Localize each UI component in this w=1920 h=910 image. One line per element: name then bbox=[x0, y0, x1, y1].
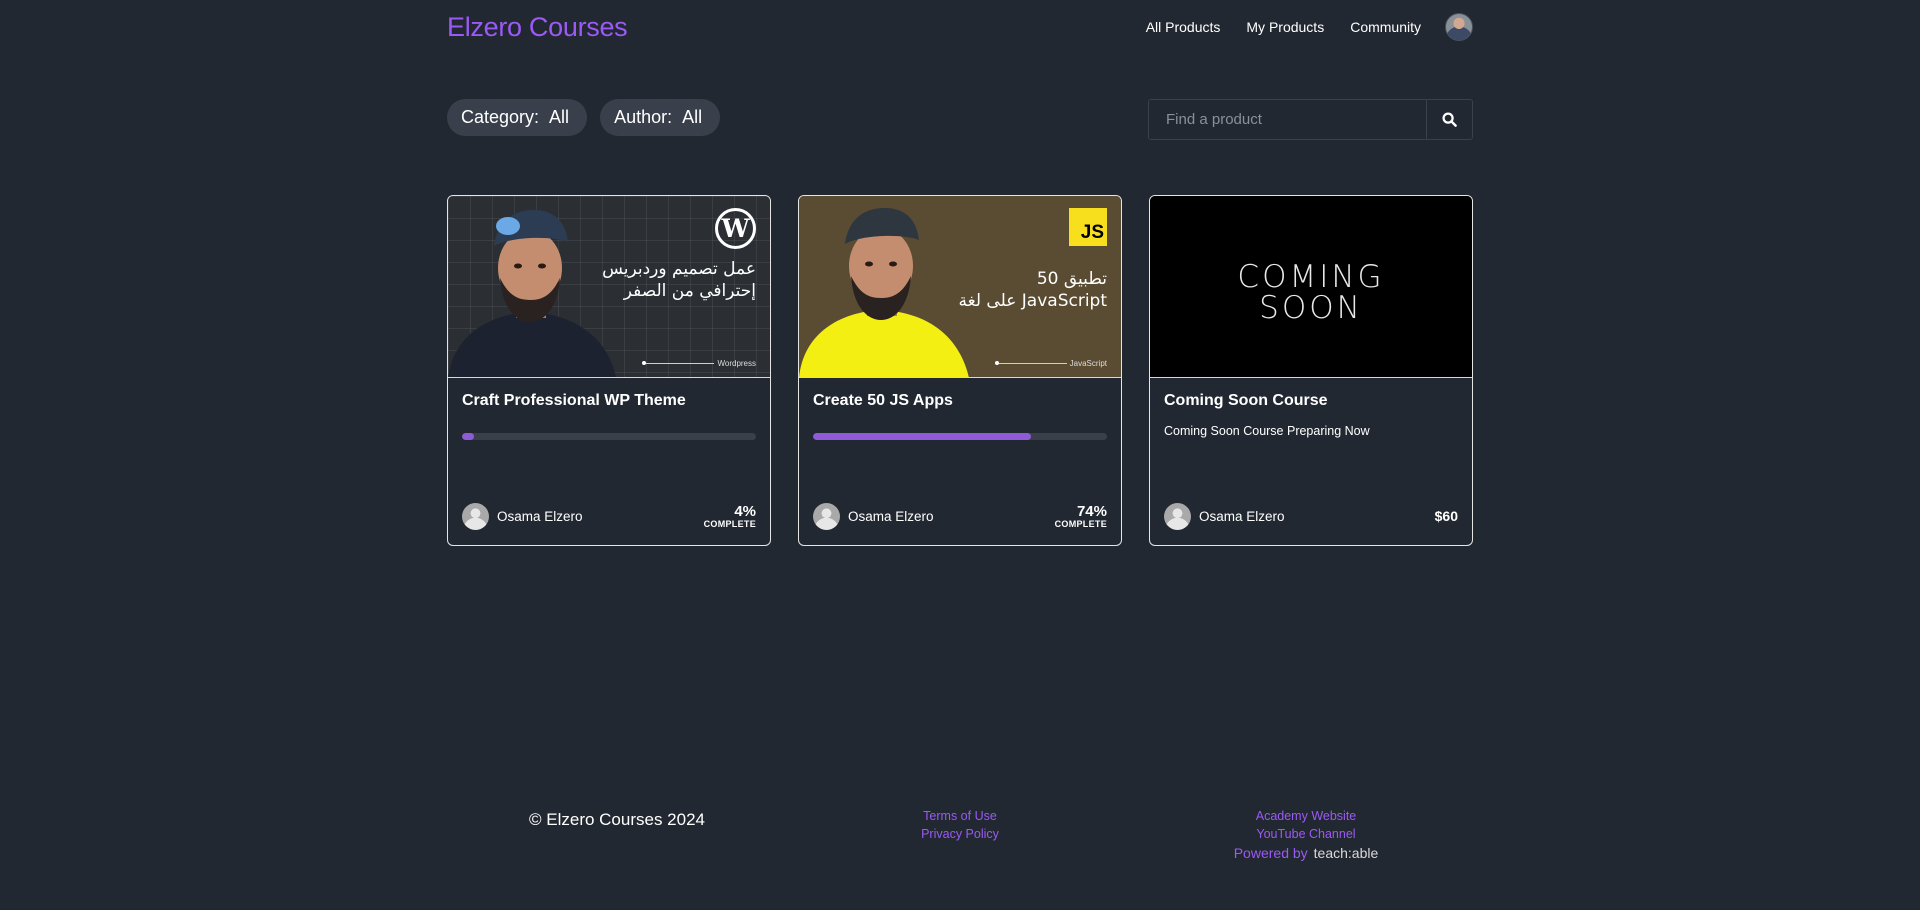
thumbnail-tag-text: JavaScript bbox=[1069, 359, 1107, 368]
thumbnail-caption-line1: عمل تصميم وردبريس bbox=[602, 259, 756, 279]
thumbnail-caption-line2: على لغة JavaScript bbox=[958, 291, 1107, 312]
academy-website-link[interactable]: Academy Website bbox=[1206, 807, 1406, 825]
course-author: Osama Elzero bbox=[813, 502, 934, 530]
javascript-logo-icon: JS bbox=[1069, 208, 1107, 246]
instructor-photo bbox=[448, 210, 616, 377]
course-card[interactable]: W عمل تصميم وردبريس إحترافي من الصفر Wor… bbox=[447, 195, 771, 546]
nav-my-products[interactable]: My Products bbox=[1246, 19, 1324, 35]
course-card[interactable]: JS 50 تطبيق على لغة JavaScript JavaScrip… bbox=[798, 195, 1122, 546]
instructor-photo bbox=[799, 208, 969, 377]
course-progress-bar bbox=[462, 433, 756, 440]
course-title[interactable]: Coming Soon Course bbox=[1164, 392, 1458, 410]
terms-link[interactable]: Terms of Use bbox=[910, 807, 1010, 825]
nav-community[interactable]: Community bbox=[1350, 19, 1421, 35]
search-icon bbox=[1442, 112, 1457, 127]
course-grid: W عمل تصميم وردبريس إحترافي من الصفر Wor… bbox=[447, 195, 1473, 546]
author-filter[interactable]: Author: All bbox=[600, 99, 721, 136]
course-title[interactable]: Create 50 JS Apps bbox=[813, 392, 1107, 410]
coming-soon-graphic: COMING SOON bbox=[1150, 262, 1472, 324]
course-title[interactable]: Craft Professional WP Theme bbox=[462, 392, 756, 410]
category-filter-value: All bbox=[549, 107, 570, 127]
coming-soon-line2: SOON bbox=[1259, 290, 1363, 326]
top-header: Elzero Courses All Products My Products … bbox=[447, 0, 1473, 54]
author-avatar bbox=[1164, 502, 1191, 530]
completion-label: COMPLETE bbox=[1054, 518, 1107, 529]
copyright-text: © Elzero Courses 2024 bbox=[529, 810, 706, 829]
page-footer: © Elzero Courses 2024 Terms of Use Priva… bbox=[0, 800, 1920, 870]
course-thumbnail: COMING SOON bbox=[1150, 196, 1472, 378]
search-input[interactable] bbox=[1149, 100, 1426, 139]
main-nav: All Products My Products Community bbox=[1120, 13, 1473, 41]
course-thumbnail: W عمل تصميم وردبريس إحترافي من الصفر Wor… bbox=[448, 196, 770, 378]
category-filter-label: Category: bbox=[461, 107, 540, 127]
nav-all-products[interactable]: All Products bbox=[1146, 19, 1221, 35]
thumbnail-caption: عمل تصميم وردبريس إحترافي من الصفر bbox=[602, 258, 756, 302]
youtube-channel-link[interactable]: YouTube Channel bbox=[1206, 825, 1406, 843]
course-card[interactable]: COMING SOON Coming Soon Course Coming So… bbox=[1149, 195, 1473, 546]
course-progress-fill bbox=[462, 433, 474, 440]
course-progress-fill bbox=[813, 433, 1031, 440]
author-filter-value: All bbox=[682, 107, 703, 127]
completion-percent: 4% bbox=[734, 502, 756, 520]
author-filter-label: Author: bbox=[614, 107, 673, 127]
privacy-link[interactable]: Privacy Policy bbox=[910, 825, 1010, 843]
category-filter[interactable]: Category: All bbox=[447, 99, 588, 136]
coming-soon-line1: COMING bbox=[1237, 259, 1385, 295]
course-author: Osama Elzero bbox=[1164, 502, 1285, 530]
external-links: Academy Website YouTube Channel Powered … bbox=[1206, 807, 1406, 862]
thumbnail-caption-line2: إحترافي من الصفر bbox=[623, 281, 756, 302]
completion-label: COMPLETE bbox=[703, 518, 756, 529]
author-avatar bbox=[813, 502, 840, 530]
user-avatar[interactable] bbox=[1445, 13, 1473, 41]
thumbnail-tag-text: Wordpress bbox=[717, 359, 756, 368]
course-description: Coming Soon Course Preparing Now bbox=[1164, 424, 1370, 438]
completion-percent: 74% bbox=[1076, 502, 1107, 520]
author-name: Osama Elzero bbox=[848, 508, 934, 524]
thumbnail-caption-line1: 50 تطبيق bbox=[1036, 269, 1107, 289]
filter-bar: Category: All Author: All bbox=[447, 99, 733, 136]
thumbnail-caption: 50 تطبيق على لغة JavaScript bbox=[959, 268, 1107, 312]
completion-status: 4% COMPLETE bbox=[704, 504, 756, 529]
thumbnail-tag: Wordpress bbox=[642, 359, 756, 368]
completion-status: 74% COMPLETE bbox=[1055, 504, 1107, 529]
product-search bbox=[1148, 99, 1473, 140]
course-price: $60 bbox=[1434, 508, 1458, 524]
author-name: Osama Elzero bbox=[1199, 508, 1285, 524]
wordpress-logo-icon: W bbox=[715, 208, 756, 249]
author-avatar bbox=[462, 502, 489, 530]
powered-by-label: Powered by bbox=[1233, 845, 1308, 861]
author-name: Osama Elzero bbox=[497, 508, 583, 524]
course-author: Osama Elzero bbox=[462, 502, 583, 530]
powered-by-link[interactable]: Powered by teach:able bbox=[1206, 844, 1406, 862]
legal-links: Terms of Use Privacy Policy bbox=[910, 807, 1010, 843]
teachable-logo: teach:able bbox=[1313, 845, 1379, 861]
site-logo[interactable]: Elzero Courses bbox=[447, 12, 628, 43]
thumbnail-tag: JavaScript bbox=[994, 359, 1107, 368]
course-thumbnail: JS 50 تطبيق على لغة JavaScript JavaScrip… bbox=[799, 196, 1121, 378]
course-progress-bar bbox=[813, 433, 1107, 440]
search-button[interactable] bbox=[1426, 100, 1472, 139]
